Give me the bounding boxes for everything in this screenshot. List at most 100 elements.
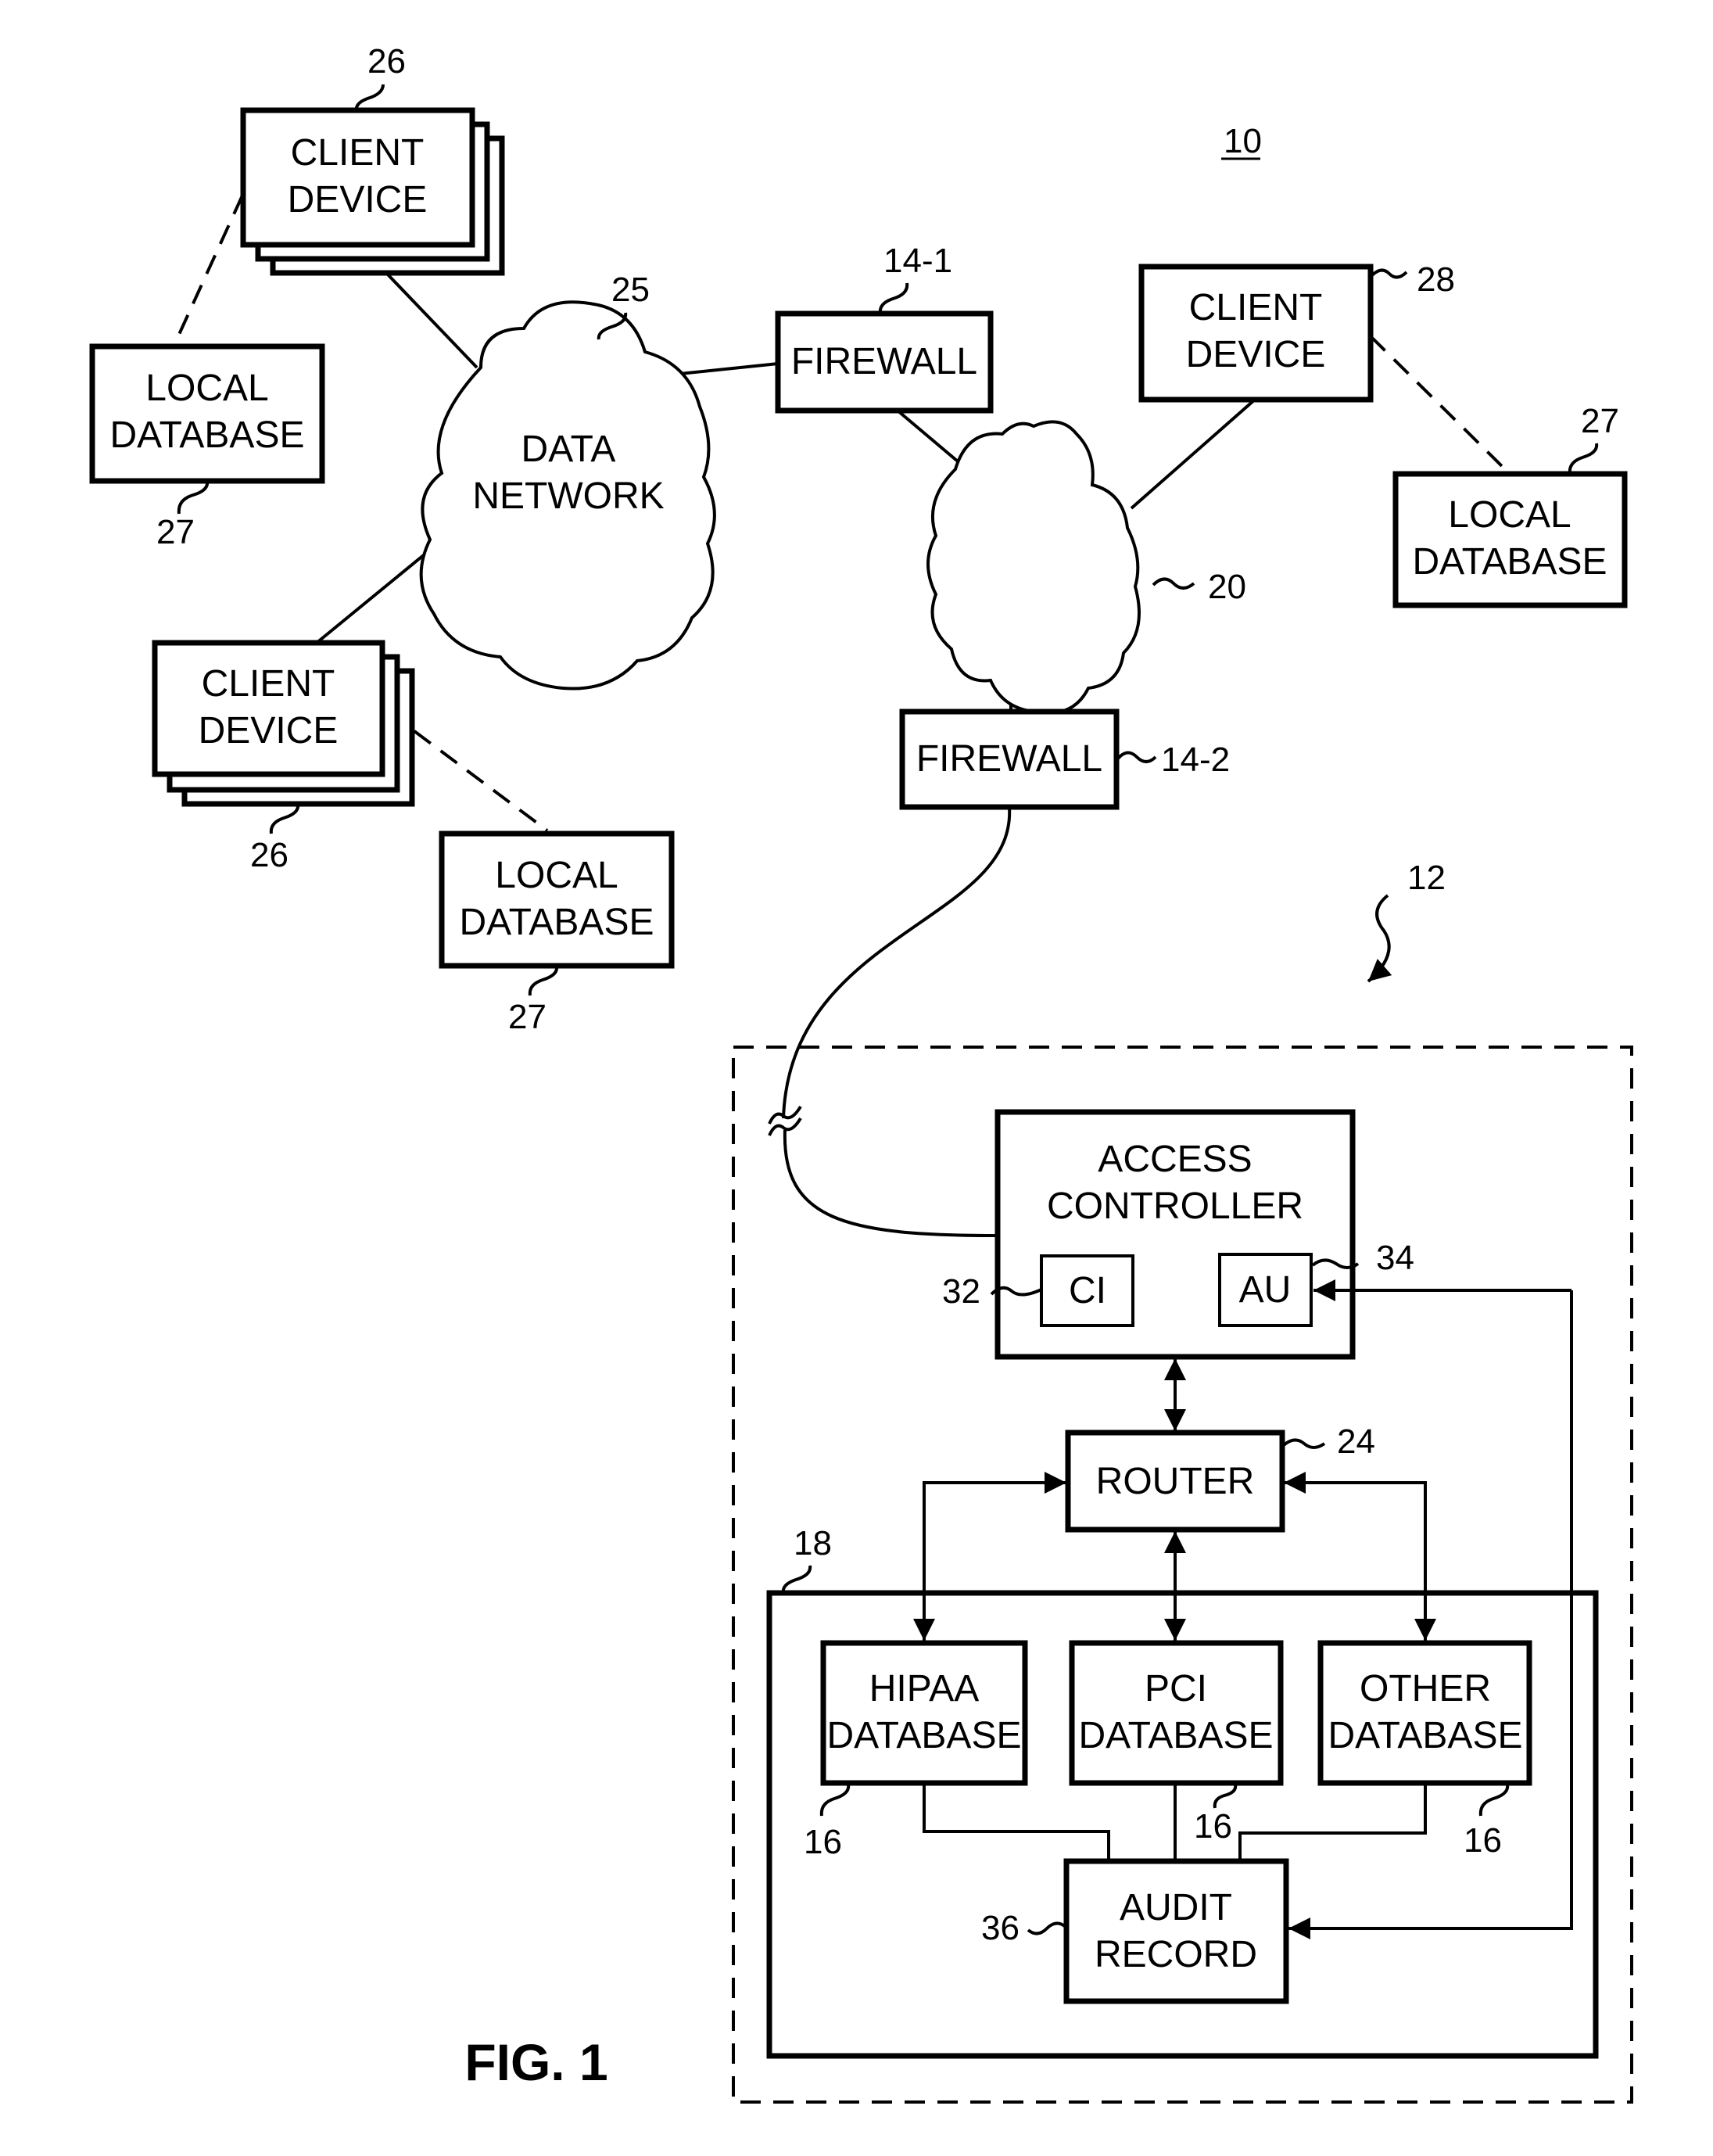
hipaa-database-label-line2: DATABASE (827, 1715, 1022, 1756)
other-database-label-line2: DATABASE (1328, 1715, 1523, 1756)
ref-28: 28 (1417, 260, 1455, 299)
ref-27-right: 27 (1581, 402, 1619, 440)
au-module[interactable]: AU (1218, 1253, 1313, 1327)
leader-14-2 (1116, 751, 1157, 763)
figure-title: FIG. 1 (464, 2033, 607, 2091)
ref-25: 25 (611, 271, 650, 309)
leader-18 (781, 1565, 812, 1594)
ref-16-other: 16 (1464, 1821, 1502, 1860)
link-firewall2-curve-upper (782, 806, 1012, 1119)
local-database-lower[interactable]: LOCAL DATABASE (439, 830, 675, 969)
leader-27-right (1568, 443, 1599, 475)
ref-26-lower: 26 (250, 836, 288, 874)
link-hipaa-audit (923, 1785, 1110, 1861)
leader-28 (1371, 268, 1408, 279)
client-device-box (240, 107, 475, 248)
arrow-router-other (1284, 1472, 1436, 1641)
system-ref-label: 10 (1224, 122, 1262, 160)
local-database-top-left[interactable]: LOCAL DATABASE (89, 343, 325, 484)
ci-module[interactable]: CI (1040, 1254, 1134, 1327)
fig1-diagram: 10 12 CLIENT DEVICE 26 LOCAL DATABASE 27… (89, 42, 1633, 2104)
other-database-label-line1: OTHER (1360, 1668, 1491, 1709)
pci-database-label-line1: PCI (1145, 1668, 1207, 1709)
firewall-2-label: FIREWALL (916, 738, 1102, 780)
client-device-label-line2: DEVICE (288, 179, 428, 221)
hipaa-database[interactable]: HIPAA DATABASE (820, 1640, 1028, 1786)
leader-36 (1027, 1921, 1067, 1935)
audit-record-label-line1: AUDIT (1120, 1887, 1232, 1928)
client-device-label-line2: DEVICE (1186, 334, 1326, 375)
link-network-to-client-lower (315, 542, 439, 644)
leader-24 (1282, 1438, 1326, 1449)
ref-14-1: 14-1 (883, 242, 952, 280)
client-device-label-line1: CLIENT (1189, 287, 1323, 328)
link-client-top-to-network (385, 272, 478, 369)
hipaa-database-label-line1: HIPAA (869, 1668, 979, 1709)
ref-16-hipaa: 16 (804, 1823, 842, 1861)
leader-27-top-left (177, 480, 210, 515)
dashed-link-client-lower-to-localdb (413, 730, 549, 832)
pci-database[interactable]: PCI DATABASE (1069, 1640, 1284, 1786)
au-label: AU (1239, 1269, 1292, 1311)
pci-database-label-line2: DATABASE (1079, 1715, 1274, 1756)
other-database[interactable]: OTHER DATABASE (1317, 1640, 1532, 1786)
leader-26-lower (269, 803, 300, 834)
local-database-label-line1: LOCAL (495, 855, 618, 896)
audit-record-box (1063, 1858, 1289, 2004)
firewall-1[interactable]: FIREWALL (775, 310, 994, 414)
dashed-link-client-right-to-localdb (1369, 335, 1507, 471)
client-device-stack-top[interactable]: CLIENT DEVICE (240, 107, 505, 276)
cloud-shape-20 (926, 420, 1141, 715)
link-client-right-to-cloud20 (1130, 398, 1256, 510)
public-network-cloud[interactable] (926, 420, 1141, 715)
ref-16-pci: 16 (1194, 1807, 1232, 1846)
data-network-label-line1: DATA (521, 429, 616, 470)
local-database-box (89, 343, 325, 484)
ref-14-2: 14-2 (1161, 741, 1230, 779)
local-database-right[interactable]: LOCAL DATABASE (1392, 471, 1628, 608)
enterprise-ref-arrow (1367, 894, 1392, 983)
link-other-audit (1238, 1785, 1427, 1861)
ref-34: 34 (1376, 1239, 1414, 1277)
local-database-label-line2: DATABASE (110, 414, 305, 456)
local-database-label-line1: LOCAL (145, 368, 268, 409)
ref-32: 32 (942, 1272, 980, 1311)
leader-16-pci (1213, 1784, 1238, 1809)
local-database-label-line2: DATABASE (1413, 541, 1607, 583)
ref-24: 24 (1337, 1422, 1375, 1461)
audit-record[interactable]: AUDIT RECORD (1063, 1858, 1289, 2004)
client-device-stack-lower[interactable]: CLIENT DEVICE (152, 640, 415, 807)
router-label: ROUTER (1096, 1461, 1255, 1502)
ci-label: CI (1069, 1270, 1106, 1311)
ref-26-top: 26 (367, 42, 406, 81)
leader-16-hipaa (819, 1784, 851, 1817)
client-device-right[interactable]: CLIENT DEVICE (1138, 264, 1374, 403)
leader-14-1 (878, 282, 909, 314)
link-firewall2-curve-lower (783, 1129, 998, 1237)
ref-27-top-left: 27 (156, 513, 195, 551)
arrow-router-hipaa (913, 1472, 1066, 1641)
data-network-label-line2: NETWORK (472, 475, 664, 517)
enterprise-ref-label: 12 (1407, 859, 1446, 897)
leader-16-other (1478, 1784, 1510, 1817)
other-database-box (1317, 1640, 1532, 1786)
ref-36: 36 (981, 1909, 1020, 1947)
access-controller-label-line1: ACCESS (1098, 1139, 1252, 1180)
client-device-label-line2: DEVICE (199, 710, 339, 752)
client-device-label-line1: CLIENT (202, 663, 335, 705)
firewall-1-label: FIREWALL (791, 341, 977, 382)
ref-27-lower: 27 (508, 998, 547, 1036)
local-database-label-line2: DATABASE (460, 902, 654, 943)
local-database-box (439, 830, 675, 969)
audit-record-label-line2: RECORD (1095, 1934, 1257, 1975)
ref-20: 20 (1208, 568, 1246, 606)
data-network-cloud[interactable]: DATA NETWORK (419, 300, 716, 691)
firewall-2[interactable]: FIREWALL (899, 709, 1120, 810)
access-controller-label-line2: CONTROLLER (1047, 1186, 1303, 1227)
router[interactable]: ROUTER (1065, 1430, 1285, 1533)
pci-database-box (1069, 1640, 1284, 1786)
client-device-label-line1: CLIENT (291, 132, 425, 174)
leader-27-lower (528, 965, 559, 996)
dashed-link-client-top-to-localdb (172, 195, 244, 347)
leader-26-top (354, 84, 385, 112)
